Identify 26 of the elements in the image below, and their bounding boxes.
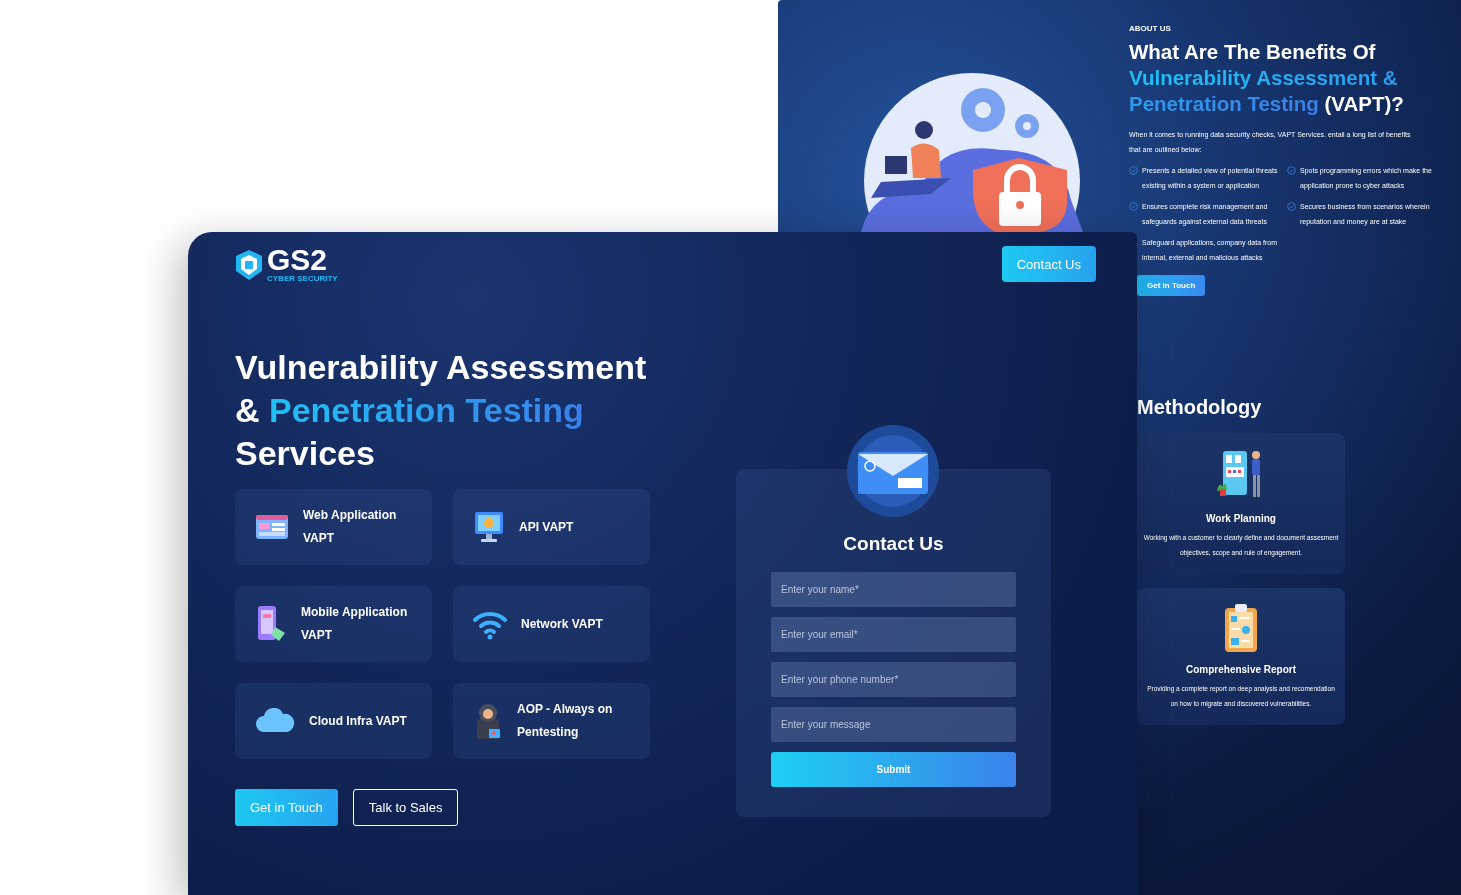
hero-heading: Vulnerability Assessment & Penetration Testing Services [235, 347, 648, 474]
shield-logo-icon [235, 249, 263, 281]
service-label: Mobile Application VAPT [301, 604, 409, 644]
service-label: Network VAPT [521, 615, 603, 633]
service-card[interactable]: Mobile Application VAPT [235, 586, 432, 662]
phone-icon [255, 605, 287, 643]
form-title: Contact Us [843, 533, 944, 555]
service-card[interactable]: AOP - Always on Pentesting [453, 683, 650, 759]
logo-tagline: CYBER SECURITY [267, 274, 338, 284]
cloud-icon [255, 708, 295, 734]
talk-to-sales-button[interactable]: Talk to Sales [352, 789, 459, 826]
logo-wordmark: GS2 [267, 246, 329, 274]
service-label: Web Application VAPT [303, 507, 398, 547]
browser-window-icon [255, 513, 289, 541]
service-label: API VAPT [519, 518, 574, 536]
monitor-icon [473, 510, 505, 544]
service-card[interactable]: Cloud Infra VAPT [235, 683, 432, 759]
methodology-heading: Methodology [1137, 396, 1263, 419]
service-card[interactable]: API VAPT [453, 489, 650, 565]
service-label: Cloud Infra VAPT [309, 712, 407, 730]
service-card[interactable]: Web Application VAPT [235, 489, 432, 565]
card-title: Comprehensive Report [1186, 664, 1296, 675]
eyebrow-label: ABOUT US [1129, 24, 1172, 33]
service-card[interactable]: Network VAPT [453, 586, 650, 662]
service-label: AOP - Always on Pentesting [517, 701, 614, 741]
card-title: Work Planning [1206, 513, 1276, 524]
